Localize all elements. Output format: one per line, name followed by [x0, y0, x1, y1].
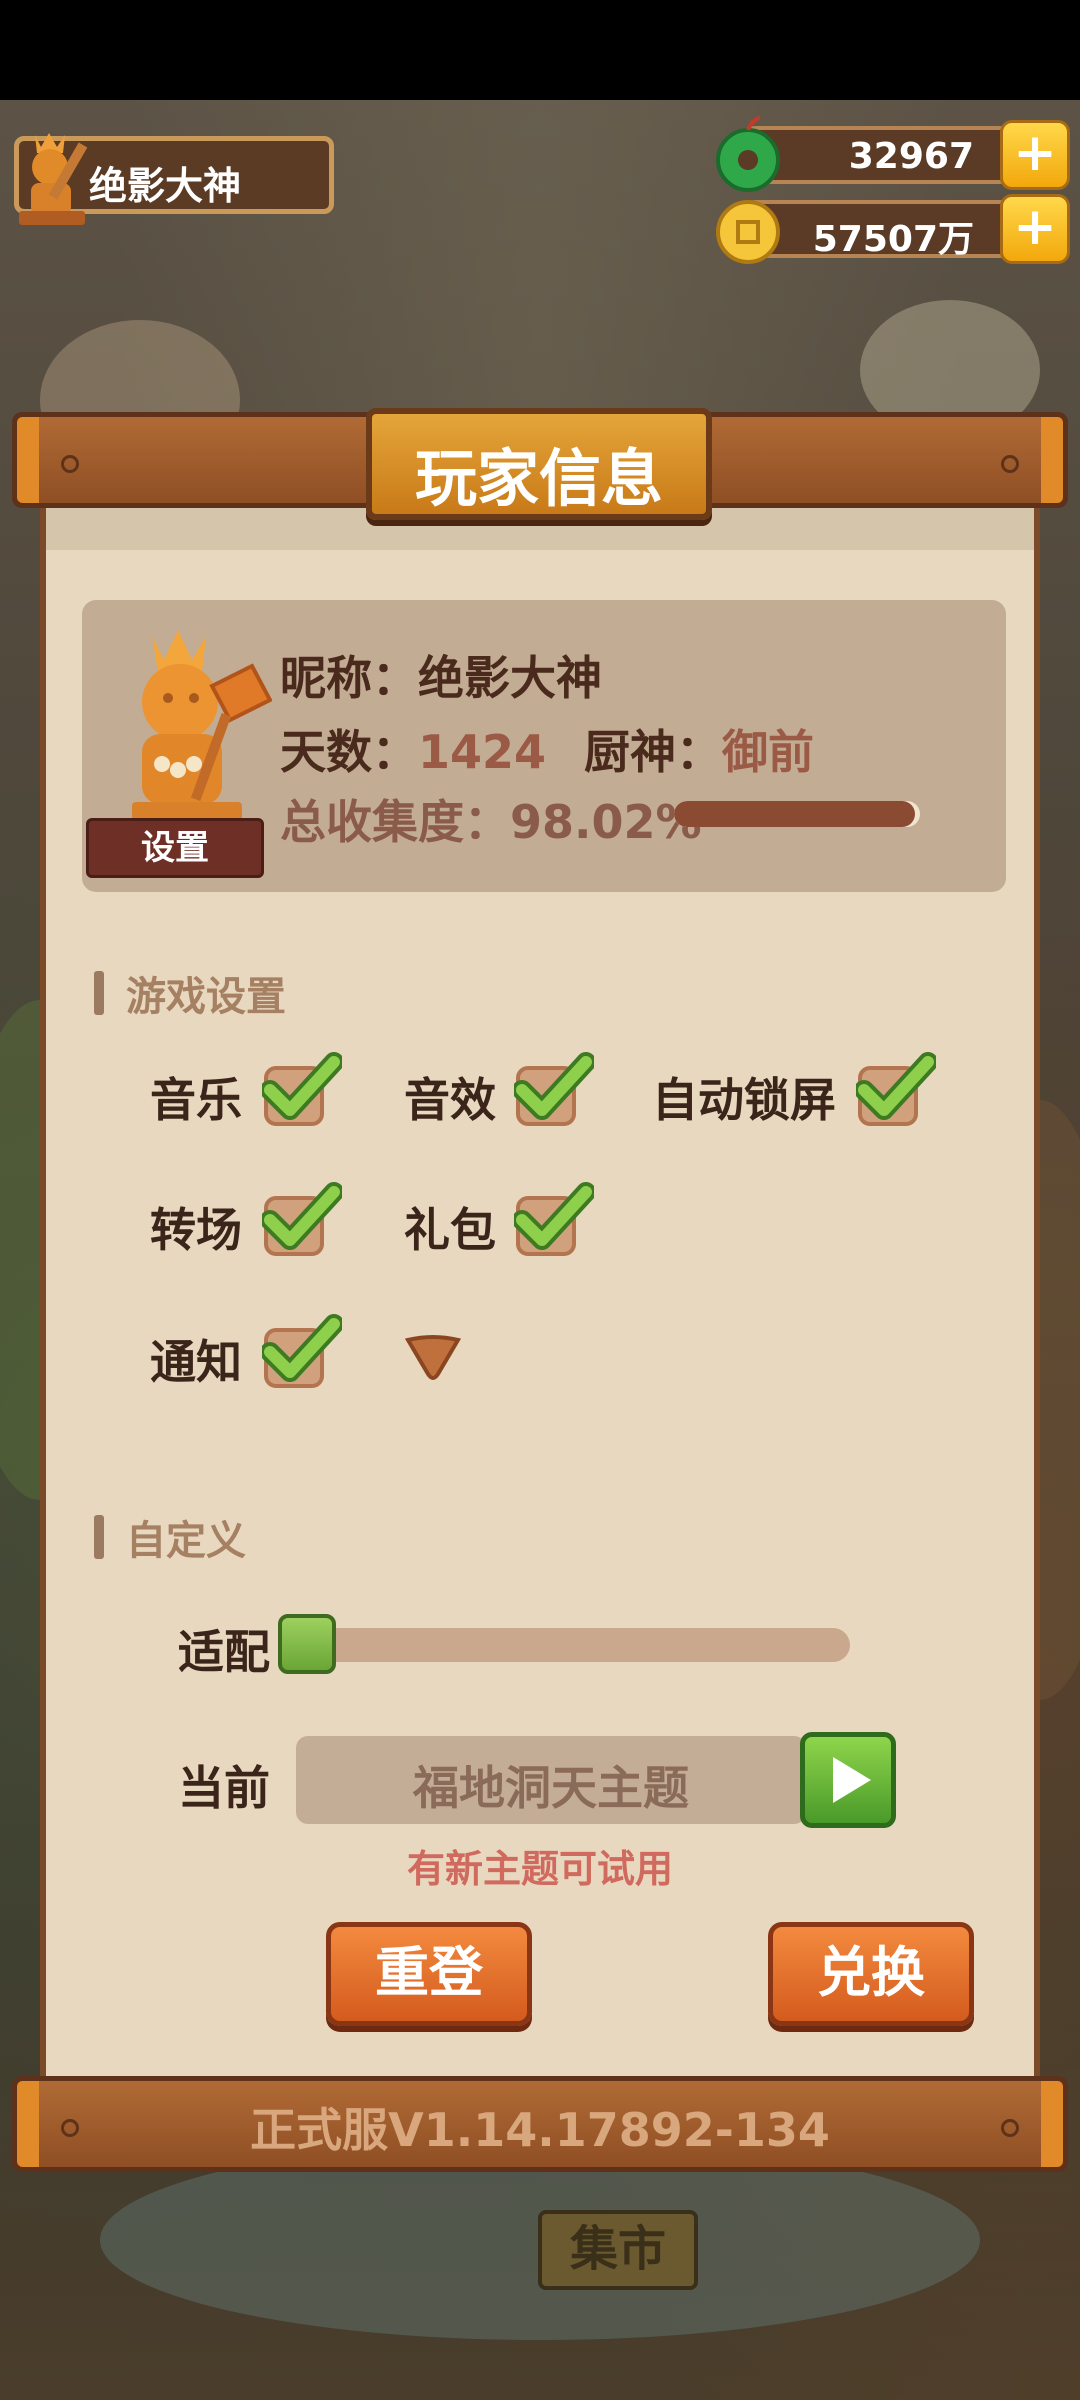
redeem-button[interactable]: 兑换	[768, 1922, 974, 2026]
jade-icon	[716, 116, 780, 192]
game-settings-heading-text: 游戏设置	[126, 974, 286, 1020]
days-label: 天数：	[280, 725, 418, 779]
nickname-value: 绝影大神	[418, 651, 602, 705]
version-text: 正式服V1.14.17892-134	[250, 2103, 830, 2157]
custom-heading-text: 自定义	[126, 1518, 246, 1564]
chef-value: 御前	[722, 725, 815, 779]
checkmark-icon	[856, 1052, 936, 1120]
player-name: 绝影大神	[89, 164, 242, 208]
music-label: 音乐	[150, 1073, 242, 1127]
notification-checkbox[interactable]	[262, 1314, 342, 1388]
current-theme-label: 当前	[178, 1761, 270, 1815]
sound-effects-checkbox[interactable]	[514, 1052, 594, 1126]
play-icon	[833, 1757, 871, 1803]
player-badge[interactable]: 绝影大神	[14, 133, 334, 225]
collection-value: 98.02%	[510, 795, 702, 849]
transition-label: 转场	[150, 1203, 242, 1257]
jade-counter: 32967 +	[716, 116, 1070, 192]
chevron-down-icon[interactable]	[404, 1334, 462, 1384]
checkmark-icon	[262, 1052, 342, 1120]
player-info-card: 设置 昵称：绝影大神 天数：1424 厨神：御前 总收集度：98.02%	[82, 600, 1006, 892]
coin-counter: 57507万 +	[716, 194, 1070, 264]
jade-value: 32967	[848, 136, 974, 177]
transition-checkbox[interactable]	[262, 1182, 342, 1256]
nickname-row: 昵称：绝影大神	[280, 642, 602, 708]
chef-statue-icon	[19, 133, 88, 225]
notification-label: 通知	[150, 1335, 242, 1389]
chef-label: 厨神：	[584, 725, 723, 779]
relogin-button[interactable]: 重登	[326, 1922, 532, 2026]
fit-label: 适配	[178, 1625, 270, 1679]
add-jade-button[interactable]: +	[1000, 120, 1070, 190]
days-value: 1424	[418, 725, 547, 779]
dialog-title-text: 玩家信息	[414, 442, 663, 515]
status-bar	[0, 0, 1080, 100]
dialog-title: 玩家信息	[366, 408, 712, 520]
fit-slider-track[interactable]	[300, 1628, 850, 1662]
collection-label: 总收集度：	[280, 795, 510, 849]
checkmark-icon	[262, 1314, 342, 1382]
coin-icon	[716, 200, 780, 264]
fit-slider-handle[interactable]	[278, 1614, 336, 1674]
nickname-label: 昵称：	[280, 651, 418, 705]
collection-progress-fill	[674, 801, 916, 827]
checkmark-icon	[514, 1052, 594, 1120]
chef-statue-icon	[132, 630, 272, 832]
current-theme-name: 福地洞天主题	[413, 1761, 689, 1815]
auto-lock-label: 自动锁屏	[652, 1073, 836, 1127]
market-sign: 集市	[538, 2210, 698, 2290]
music-checkbox[interactable]	[262, 1052, 342, 1126]
collection-row: 总收集度：98.02%	[280, 786, 702, 852]
auto-lock-checkbox[interactable]	[856, 1052, 936, 1126]
add-coins-button[interactable]: +	[1000, 194, 1070, 264]
gift-pack-checkbox[interactable]	[514, 1182, 594, 1256]
custom-heading: 自定义	[94, 1508, 246, 1566]
new-theme-hint: 有新主题可试用	[406, 1847, 673, 1891]
next-theme-button[interactable]	[800, 1732, 896, 1828]
checkmark-icon	[514, 1182, 594, 1250]
sound-effects-label: 音效	[404, 1073, 496, 1127]
checkmark-icon	[262, 1182, 342, 1250]
gift-pack-label: 礼包	[404, 1203, 496, 1257]
days-row: 天数：1424 厨神：御前	[280, 716, 814, 782]
game-settings-heading: 游戏设置	[94, 964, 286, 1022]
avatar-settings-button[interactable]: 设置	[86, 818, 264, 878]
coin-value: 57507万	[812, 219, 974, 260]
collection-progress-bar	[674, 801, 920, 827]
current-theme-box: 福地洞天主题	[296, 1736, 806, 1824]
